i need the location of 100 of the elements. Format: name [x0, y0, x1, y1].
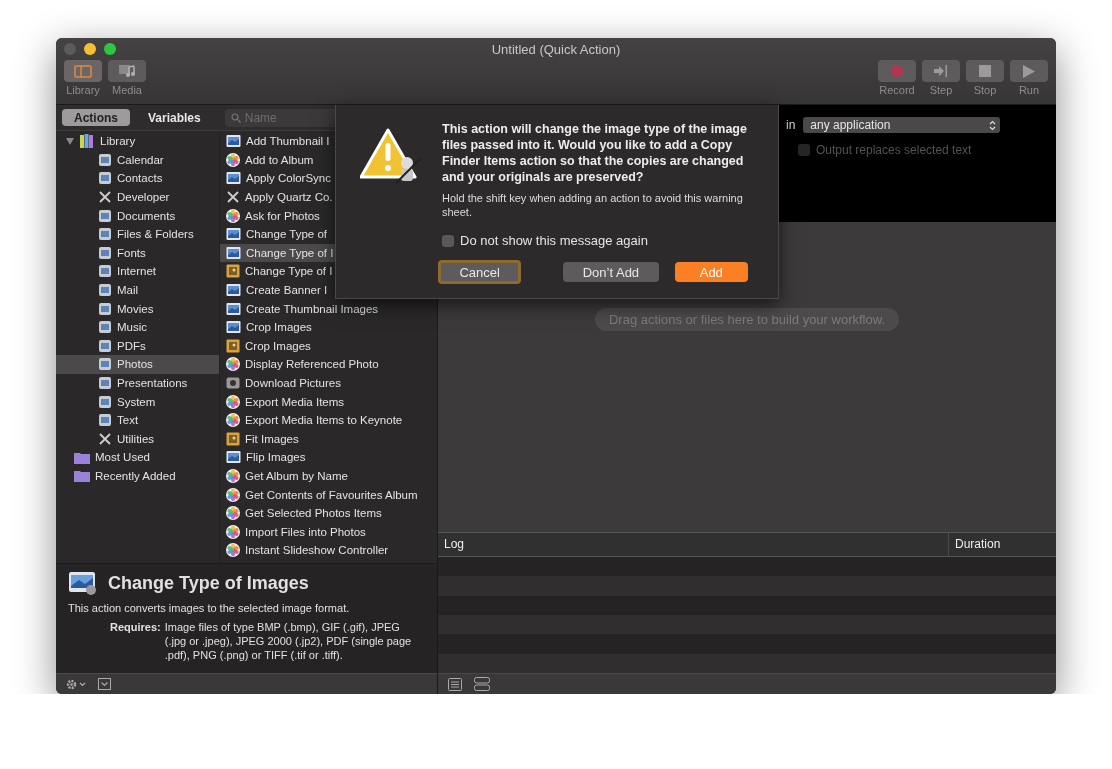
- folder-icon: [74, 469, 90, 483]
- dont-add-button[interactable]: Don’t Add: [563, 262, 659, 282]
- action-item[interactable]: Get Album by Name: [220, 466, 437, 486]
- action-item[interactable]: Flip Images: [220, 448, 437, 467]
- application-select[interactable]: any application: [803, 117, 1001, 133]
- app-icon: [98, 413, 112, 428]
- category-item[interactable]: Most Used: [56, 448, 219, 467]
- crossed-tools-icon: [98, 190, 112, 205]
- image-icon: [226, 320, 241, 335]
- category-item[interactable]: Recently Added: [56, 466, 219, 486]
- flower-icon: [226, 469, 240, 483]
- tab[interactable]: Actions: [62, 109, 130, 126]
- search-icon: [230, 112, 241, 123]
- checkbox[interactable]: [442, 234, 454, 247]
- app-icon: [98, 357, 112, 372]
- stop-icon: [979, 65, 991, 77]
- app-icon: [98, 208, 112, 223]
- category-item[interactable]: Movies: [56, 299, 219, 318]
- action-item[interactable]: Download Pictures: [220, 373, 437, 393]
- category-item[interactable]: Documents: [56, 206, 219, 225]
- app-icon: [98, 227, 112, 242]
- app-icon: [98, 376, 112, 390]
- action-item[interactable]: Import Files into Photos: [220, 522, 437, 542]
- framed-picture-icon: [226, 431, 240, 446]
- flower-icon: [226, 487, 240, 502]
- app-icon: [98, 394, 112, 409]
- category-item[interactable]: System: [56, 392, 219, 411]
- category-item[interactable]: Text: [56, 410, 219, 430]
- action-item[interactable]: Create Thumbnail Images: [220, 299, 437, 318]
- action-item[interactable]: Instant Slideshow Controller: [220, 541, 437, 560]
- record-icon: [891, 65, 903, 77]
- framed-picture-icon: [226, 264, 240, 279]
- app-icon: [98, 264, 112, 279]
- chevron-box-icon[interactable]: [98, 678, 111, 690]
- list-icon[interactable]: [448, 677, 462, 691]
- action-item[interactable]: Crop Images: [220, 336, 437, 356]
- split-view-icon[interactable]: [474, 677, 490, 691]
- cancel-button[interactable]: Cancel: [438, 260, 522, 284]
- action-description: This action converts images to the selected image format.: [68, 602, 351, 614]
- checkbox-label: Output replaces selected text: [816, 143, 972, 157]
- flower-icon: [226, 208, 240, 223]
- zoom-icon[interactable]: [104, 43, 116, 55]
- category-item[interactable]: Developer: [56, 187, 219, 207]
- image-icon: [226, 450, 241, 465]
- sidebar-icon: [74, 64, 92, 78]
- app-icon: [98, 301, 112, 316]
- flower-icon: [226, 413, 240, 428]
- requires-label: Requires:: [110, 620, 161, 635]
- updown-chevron-icon: [989, 119, 997, 131]
- crossed-tools-icon: [226, 190, 240, 205]
- category-item[interactable]: Fonts: [56, 243, 219, 263]
- image-icon: [226, 171, 241, 186]
- app-icon: [98, 152, 112, 167]
- category-item[interactable]: Photos: [56, 355, 219, 374]
- hint-text: Hold the shift key when adding an action to avoid this warning sheet.: [442, 191, 744, 219]
- flower-icon: [226, 357, 240, 372]
- warning-message: This action will change the image type of the image files passed into it. Would you like to add a Copy Finder Items action so that the copies are changed and your originals are preserved?: [442, 121, 748, 185]
- action-item[interactable]: Fit Images: [220, 429, 437, 449]
- action-item[interactable]: Get Contents of Favourites Album: [220, 485, 437, 504]
- window-title: Untitled (Quick Action): [491, 41, 621, 57]
- app-icon: [98, 320, 112, 335]
- image-icon: [68, 570, 98, 596]
- app-icon: [98, 171, 112, 186]
- step-icon: [934, 65, 948, 77]
- action-item[interactable]: Get Selected Photos Items: [220, 503, 437, 523]
- category-item[interactable]: Utilities: [56, 429, 219, 449]
- music-note-icon: [118, 64, 136, 78]
- category-item[interactable]: Music: [56, 317, 219, 337]
- category-item[interactable]: Internet: [56, 262, 219, 281]
- category-item[interactable]: Files & Folders: [56, 224, 219, 244]
- image-icon: [226, 245, 241, 260]
- flower-icon: [226, 524, 240, 539]
- image-icon: [226, 283, 241, 298]
- in-label: in: [786, 118, 796, 132]
- action-item[interactable]: Crop Images: [220, 317, 437, 337]
- category-item[interactable]: Contacts: [56, 169, 219, 188]
- column-header[interactable]: Duration: [948, 533, 1056, 556]
- action-item[interactable]: Display Referenced Photo: [220, 355, 437, 374]
- gear-icon[interactable]: [66, 678, 86, 690]
- column-header[interactable]: Log: [438, 533, 948, 556]
- category-item[interactable]: Mail: [56, 280, 219, 300]
- flower-icon: [226, 506, 240, 521]
- minimize-icon[interactable]: [84, 43, 96, 55]
- category-item[interactable]: Calendar: [56, 150, 219, 170]
- flower-icon: [226, 394, 240, 409]
- crossed-tools-icon: [98, 431, 112, 446]
- flower-icon: [226, 543, 240, 558]
- checkbox-label: Do not show this message again: [460, 233, 648, 248]
- flower-icon: [226, 152, 240, 167]
- category-item[interactable]: Library: [56, 132, 219, 151]
- category-item[interactable]: Presentations: [56, 373, 219, 393]
- camera-icon: [226, 376, 240, 390]
- books-icon: [79, 133, 95, 150]
- category-item[interactable]: PDFs: [56, 336, 219, 356]
- requires-text: Image files of type BMP (.bmp), GIF (.gif), JPEG (.jpg or .jpeg), JPEG 2000 (.jp2), PDF (single page .pdf), PNG (.png) or TIFF (.tif or .tiff).: [164, 620, 413, 662]
- tab[interactable]: Variables: [136, 109, 213, 126]
- play-icon: [1023, 64, 1035, 78]
- action-item[interactable]: Export Media Items to Keynote: [220, 410, 437, 430]
- app-icon: [98, 283, 112, 298]
- action-item[interactable]: Export Media Items: [220, 392, 437, 411]
